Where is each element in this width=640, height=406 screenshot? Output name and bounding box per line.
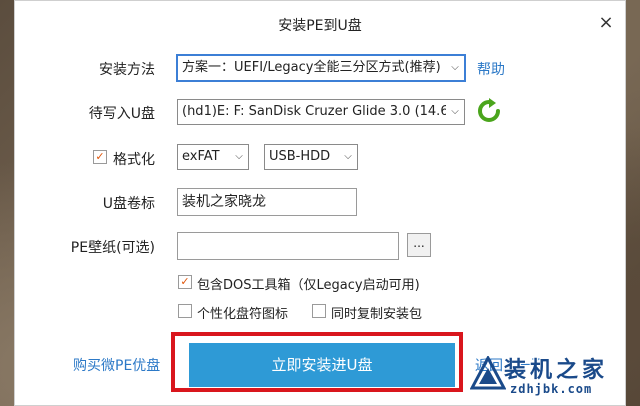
watermark-url: zdhjbk.com xyxy=(510,382,593,396)
chevron-down-icon: ⌵ xyxy=(230,145,248,169)
install-method-label: 安装方法 xyxy=(99,62,155,78)
volume-label-input[interactable]: 装机之家晓龙 xyxy=(177,188,357,216)
format-label: 格式化 xyxy=(113,152,155,168)
window-title: 安装PE到U盘 xyxy=(278,18,362,34)
custom-icon-checkbox[interactable] xyxy=(178,304,192,318)
help-link[interactable]: 帮助 xyxy=(477,59,505,79)
buy-usb-link[interactable]: 购买微PE优盘 xyxy=(73,355,160,375)
chevron-down-icon: ⌵ xyxy=(446,100,464,124)
filesystem-select[interactable]: exFAT ⌵ xyxy=(177,144,249,170)
highlight-annotation xyxy=(171,332,463,392)
watermark-logo-icon xyxy=(470,356,506,390)
copy-installer-label: 同时复制安装包 xyxy=(331,307,423,322)
target-disk-select[interactable]: (hd1)E: F: SanDisk Cruzer Glide 3.0 (14.… xyxy=(177,99,465,125)
filesystem-value: exFAT xyxy=(182,149,220,164)
volume-label-label: U盘卷标 xyxy=(102,196,155,212)
custom-icon-label: 个性化盘符图标 xyxy=(197,307,289,322)
titlebar: 安装PE到U盘 × xyxy=(15,1,625,45)
refresh-icon[interactable] xyxy=(476,98,502,124)
install-method-value: 方案一：UEFI/Legacy全能三分区方式(推荐) xyxy=(182,60,441,75)
dos-tools-label: 包含DOS工具箱（仅Legacy启动可用) xyxy=(197,278,420,293)
wallpaper-input[interactable] xyxy=(177,232,399,260)
chevron-down-icon: ⌵ xyxy=(339,145,357,169)
watermark-text: 装机之家 xyxy=(504,358,609,383)
install-pe-dialog: 安装PE到U盘 × 安装方法 方案一：UEFI/Legacy全能三分区方式(推荐… xyxy=(14,0,626,406)
target-disk-value: (hd1)E: F: SanDisk Cruzer Glide 3.0 (14.… xyxy=(182,104,446,119)
boot-mode-value: USB-HDD xyxy=(269,149,331,164)
watermark: 装机之家 zdhjbk.com xyxy=(468,348,636,406)
wallpaper-label: PE壁纸(可选) xyxy=(70,240,155,256)
dos-tools-checkbox[interactable]: ✓ xyxy=(178,275,192,289)
target-disk-label: 待写入U盘 xyxy=(88,106,155,122)
install-method-select[interactable]: 方案一：UEFI/Legacy全能三分区方式(推荐) ⌵ xyxy=(176,54,466,82)
format-checkbox[interactable]: ✓ xyxy=(93,150,107,164)
boot-mode-select[interactable]: USB-HDD ⌵ xyxy=(264,144,358,170)
copy-installer-checkbox[interactable] xyxy=(312,304,326,318)
chevron-down-icon: ⌵ xyxy=(446,56,464,80)
browse-button[interactable]: ... xyxy=(407,233,431,257)
close-button[interactable]: × xyxy=(595,13,617,35)
